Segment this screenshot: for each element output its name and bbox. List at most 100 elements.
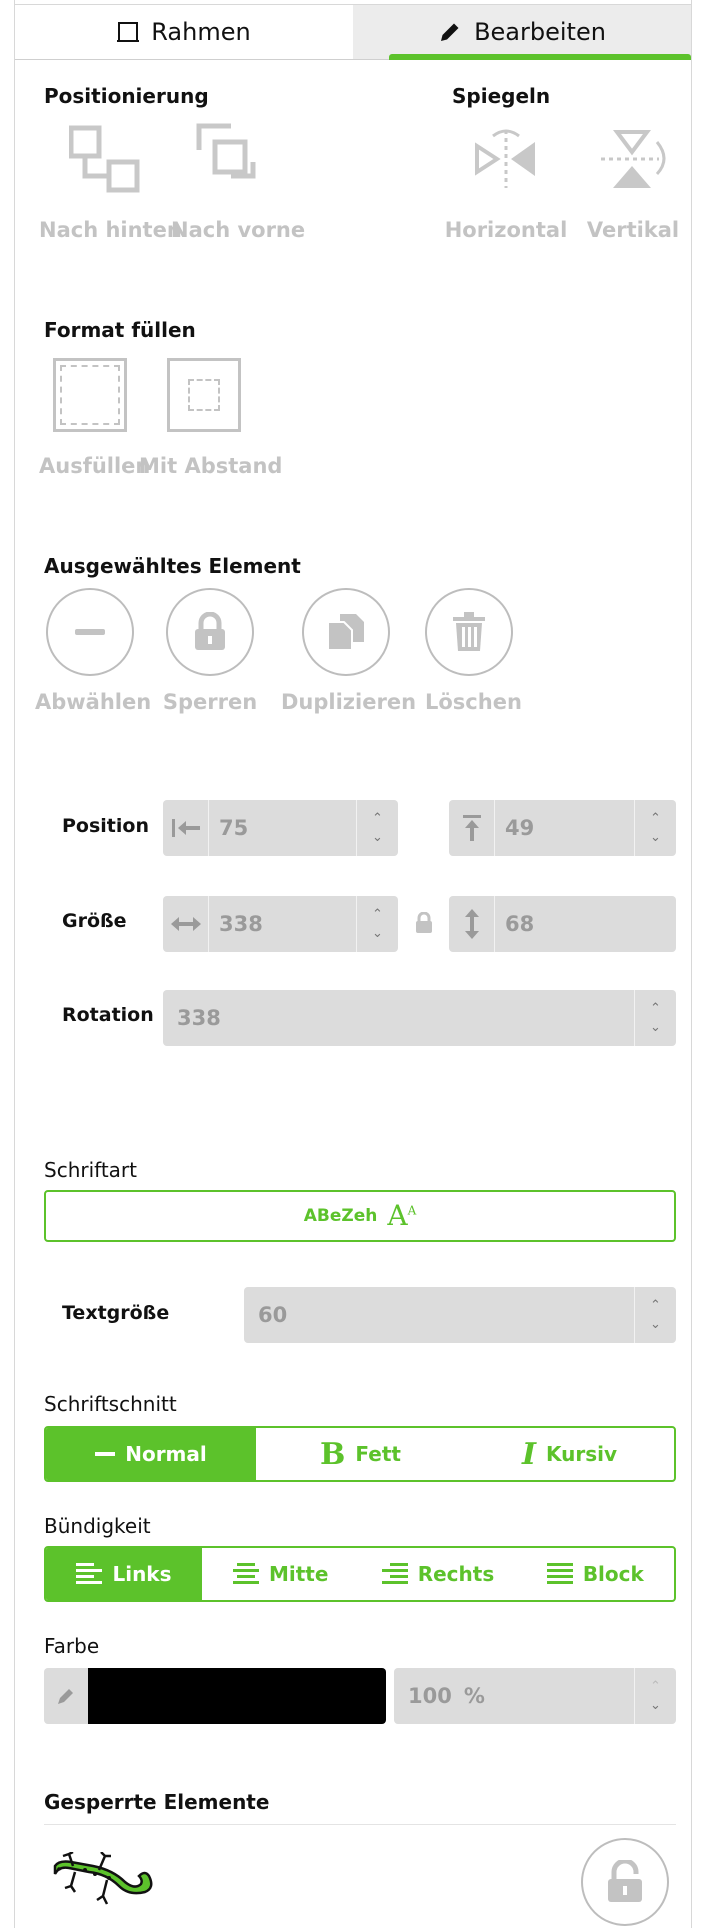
mirror-vertical-button[interactable]: Vertikal bbox=[583, 122, 683, 252]
position-y-stepper[interactable]: ⌃ ⌄ bbox=[634, 800, 676, 856]
style-normal-button[interactable]: Normal bbox=[46, 1428, 256, 1480]
style-bold-label: Fett bbox=[355, 1442, 401, 1466]
font-selector[interactable]: ABeZeh AA bbox=[44, 1190, 676, 1242]
position-y-field[interactable]: 49 ⌃ ⌄ bbox=[449, 800, 676, 856]
chevron-up-icon[interactable]: ⌃ bbox=[372, 811, 383, 826]
chevron-up-icon[interactable]: ⌃ bbox=[650, 1001, 661, 1016]
positioning-title: Positionierung bbox=[44, 84, 209, 108]
divider bbox=[44, 1824, 676, 1825]
rotation-label: Rotation bbox=[62, 1004, 154, 1026]
align-right-icon bbox=[381, 1563, 408, 1584]
color-swatch[interactable] bbox=[88, 1668, 386, 1724]
deselect-button[interactable]: Abwählen bbox=[35, 588, 152, 718]
height-value[interactable]: 68 bbox=[495, 896, 676, 952]
text-size-stepper[interactable]: ⌃ ⌄ bbox=[634, 1287, 676, 1343]
chevron-up-icon[interactable]: ⌃ bbox=[372, 907, 383, 922]
pencil-icon bbox=[441, 23, 459, 41]
bring-front-button[interactable]: Nach vorne bbox=[171, 122, 306, 252]
font-name: ABeZeh bbox=[303, 1206, 378, 1226]
chevron-down-icon[interactable]: ⌄ bbox=[650, 1020, 661, 1035]
locked-title: Gesperrte Elemente bbox=[44, 1790, 270, 1814]
font-title: Schriftart bbox=[44, 1158, 137, 1182]
align-block-button[interactable]: Block bbox=[517, 1548, 674, 1600]
fill-spacing-label: Mit Abstand bbox=[139, 454, 283, 478]
tab-bearbeiten-label: Bearbeiten bbox=[474, 18, 606, 46]
tab-bearbeiten[interactable]: Bearbeiten bbox=[353, 5, 691, 60]
chevron-down-icon[interactable]: ⌄ bbox=[372, 830, 383, 845]
gecko-thumbnail[interactable] bbox=[49, 1852, 159, 1912]
editor-panel: Rahmen Bearbeiten Positionierung Spiegel… bbox=[14, 0, 692, 1928]
alignment-segmented: Links Mitte Rechts Block bbox=[44, 1546, 676, 1602]
send-back-button[interactable]: Nach hinten bbox=[39, 122, 182, 252]
fill-button[interactable]: Ausfüllen bbox=[39, 356, 150, 486]
width-value[interactable]: 338 bbox=[209, 896, 356, 952]
opacity-stepper[interactable]: ⌃ ⌄ bbox=[634, 1668, 676, 1724]
height-field[interactable]: 68 bbox=[449, 896, 676, 952]
eyedropper-icon[interactable] bbox=[44, 1668, 88, 1724]
dash-icon bbox=[95, 1452, 116, 1456]
text-size-field[interactable]: 60 ⌃ ⌄ bbox=[244, 1287, 676, 1343]
position-y-value[interactable]: 49 bbox=[495, 800, 634, 856]
chevron-down-icon[interactable]: ⌄ bbox=[650, 830, 661, 845]
align-title: Bündigkeit bbox=[44, 1514, 151, 1538]
trash-icon bbox=[453, 612, 485, 651]
color-title: Farbe bbox=[44, 1634, 100, 1658]
arrow-left-bar-icon bbox=[163, 800, 209, 856]
align-center-label: Mitte bbox=[268, 1562, 329, 1586]
duplicate-label: Duplizieren bbox=[281, 690, 417, 714]
chevron-down-icon[interactable]: ⌄ bbox=[372, 926, 383, 941]
chevron-up-icon[interactable]: ⌃ bbox=[650, 1679, 661, 1694]
width-stepper[interactable]: ⌃ ⌄ bbox=[356, 896, 398, 952]
bring-front-label: Nach vorne bbox=[171, 218, 306, 242]
position-x-value[interactable]: 75 bbox=[209, 800, 356, 856]
opacity-value[interactable]: 100 bbox=[408, 1684, 452, 1708]
mirror-horizontal-button[interactable]: Horizontal bbox=[443, 122, 569, 252]
mirror-horizontal-label: Horizontal bbox=[444, 218, 568, 242]
style-italic-label: Kursiv bbox=[546, 1442, 618, 1466]
arrows-vertical-icon bbox=[449, 896, 495, 952]
rotation-value[interactable]: 338 bbox=[163, 990, 634, 1046]
send-back-icon bbox=[69, 125, 140, 193]
bring-front-icon bbox=[196, 123, 256, 179]
font-size-icon: AA bbox=[387, 1199, 417, 1232]
position-x-field[interactable]: 75 ⌃ ⌄ bbox=[163, 800, 398, 856]
opacity-field[interactable]: 100 % ⌃ ⌄ bbox=[394, 1668, 676, 1724]
align-right-label: Rechts bbox=[417, 1562, 495, 1586]
align-center-button[interactable]: Mitte bbox=[202, 1548, 359, 1600]
arrow-top-bar-icon bbox=[449, 800, 495, 856]
style-italic-button[interactable]: I Kursiv bbox=[465, 1428, 674, 1480]
deselect-label: Abwählen bbox=[35, 690, 152, 714]
fill-label: Ausfüllen bbox=[39, 454, 151, 478]
align-left-button[interactable]: Links bbox=[46, 1548, 202, 1600]
position-x-stepper[interactable]: ⌃ ⌄ bbox=[356, 800, 398, 856]
style-normal-label: Normal bbox=[125, 1442, 207, 1466]
style-bold-button[interactable]: B Fett bbox=[256, 1428, 465, 1480]
chevron-up-icon[interactable]: ⌃ bbox=[650, 811, 661, 826]
chevron-down-icon[interactable]: ⌄ bbox=[650, 1317, 661, 1332]
tab-rahmen[interactable]: Rahmen bbox=[15, 5, 353, 59]
flip-horizontal-icon bbox=[475, 129, 535, 188]
fill-title: Format füllen bbox=[44, 318, 196, 342]
arrows-horizontal-icon bbox=[163, 896, 209, 952]
chevron-down-icon[interactable]: ⌄ bbox=[650, 1698, 661, 1713]
fill-spacing-button[interactable]: Mit Abstand bbox=[139, 356, 283, 486]
rotation-stepper[interactable]: ⌃ ⌄ bbox=[634, 990, 676, 1046]
color-picker[interactable] bbox=[44, 1668, 386, 1724]
width-field[interactable]: 338 ⌃ ⌄ bbox=[163, 896, 398, 952]
duplicate-button[interactable]: Duplizieren bbox=[281, 588, 417, 718]
unlock-button[interactable] bbox=[581, 1838, 669, 1926]
delete-button[interactable]: Löschen bbox=[425, 588, 535, 718]
lock-button[interactable]: Sperren bbox=[160, 588, 260, 718]
mirror-vertical-label: Vertikal bbox=[586, 218, 680, 242]
delete-label: Löschen bbox=[425, 690, 522, 714]
align-left-icon bbox=[76, 1563, 103, 1584]
aspect-lock-icon[interactable] bbox=[415, 912, 433, 934]
align-right-button[interactable]: Rechts bbox=[359, 1548, 516, 1600]
text-size-label: Textgröße bbox=[62, 1302, 170, 1324]
rotation-field[interactable]: 338 ⌃ ⌄ bbox=[163, 990, 676, 1046]
align-left-label: Links bbox=[112, 1562, 172, 1586]
text-size-value[interactable]: 60 bbox=[244, 1287, 634, 1343]
chevron-up-icon[interactable]: ⌃ bbox=[650, 1298, 661, 1313]
fill-icon bbox=[53, 358, 127, 432]
align-block-label: Block bbox=[582, 1562, 644, 1586]
